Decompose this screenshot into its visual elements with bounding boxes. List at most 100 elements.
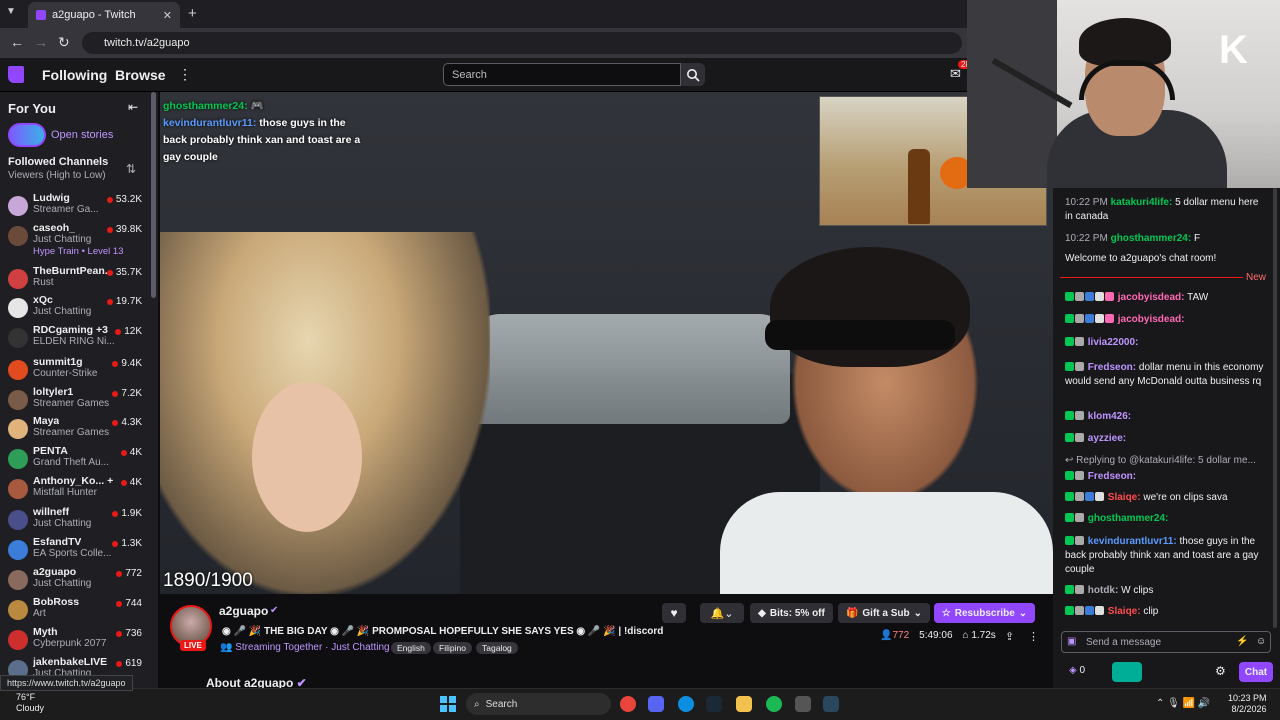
- share-icon[interactable]: ⇪: [1005, 630, 1014, 643]
- resubscribe-button[interactable]: ☆ Resubscribe ⌄: [934, 603, 1035, 623]
- bits-cheer-icon[interactable]: ⚡: [1236, 636, 1248, 647]
- browser-tab-active[interactable]: a2guapo - Twitch ✕: [28, 2, 180, 28]
- chat-username[interactable]: jacobyisdead:: [1118, 292, 1185, 303]
- follow-heart-button[interactable]: ♥: [662, 603, 686, 623]
- sidebar-channel[interactable]: a2guapo Just Chatting 772: [6, 566, 146, 596]
- open-stories-link[interactable]: Open stories: [51, 129, 113, 141]
- channel-viewers: 39.8K: [106, 224, 142, 235]
- spotify-icon[interactable]: [766, 696, 782, 712]
- wall-panel: [967, 0, 1057, 188]
- system-tray[interactable]: ⌃ 🎙 📶 🔊: [1156, 698, 1210, 709]
- chat-username[interactable]: klom426:: [1088, 411, 1131, 422]
- taskbar-clock[interactable]: 10:23 PM 8/2/2026: [1228, 693, 1267, 715]
- chat-username[interactable]: livia22000:: [1088, 337, 1139, 348]
- chat-username[interactable]: ghosthammer24:: [1088, 513, 1169, 524]
- collapse-sidebar-icon[interactable]: ⇤: [128, 100, 138, 114]
- follower-stat: ⌂ 1.72s: [962, 630, 996, 641]
- channel-viewers: 736: [116, 628, 142, 639]
- channel-viewer-count: 19.7K: [115, 296, 142, 307]
- chat-username[interactable]: jacobyisdead:: [1118, 314, 1185, 325]
- chat-username[interactable]: kevindurantluvr11:: [1088, 536, 1177, 547]
- chat-username[interactable]: Fredseon:: [1088, 362, 1136, 373]
- chat-text: we're on clips sava: [1143, 492, 1228, 503]
- settings-app-icon[interactable]: [795, 696, 811, 712]
- bits-button[interactable]: ◆ Bits: 5% off: [750, 603, 833, 623]
- back-icon[interactable]: ←: [10, 34, 24, 50]
- sidebar-channel[interactable]: PENTA Grand Theft Au... 4K: [6, 445, 146, 475]
- sidebar-channel[interactable]: Ludwig Streamer Ga... 53.2K: [6, 192, 146, 222]
- forward-icon[interactable]: →: [34, 34, 48, 50]
- search-input[interactable]: Search: [443, 63, 681, 86]
- chrome-icon[interactable]: [620, 696, 636, 712]
- sidebar-channel[interactable]: Anthony_Ko... +2 Mistfall Hunter 4K: [6, 475, 146, 505]
- sidebar-scrollbar[interactable]: [151, 92, 156, 298]
- chat-username[interactable]: ghosthammer24:: [1111, 233, 1192, 244]
- sidebar-channel[interactable]: willneff Just Chatting 1.9K: [6, 506, 146, 536]
- edge-icon[interactable]: [678, 696, 694, 712]
- chat-username[interactable]: Slaiqe:: [1108, 492, 1141, 503]
- chat-badge-icon: [1065, 337, 1074, 346]
- twitch-logo-icon[interactable]: [8, 66, 24, 83]
- notifications-button[interactable]: 🔔 ⌄: [700, 603, 744, 623]
- sidebar-channel[interactable]: xQc Just Chatting 19.7K: [6, 294, 146, 324]
- channel-viewer-count: 772: [125, 568, 142, 579]
- new-tab-icon[interactable]: +: [188, 5, 197, 22]
- more-options-icon[interactable]: ⋮: [178, 66, 192, 83]
- tab-search-icon[interactable]: ▼: [6, 6, 16, 17]
- chat-message: kevindurantluvr11: those guys in the bac…: [1065, 535, 1265, 577]
- reload-icon[interactable]: ↻: [58, 34, 70, 51]
- close-tab-icon[interactable]: ✕: [163, 9, 172, 22]
- stories-avatar[interactable]: [8, 123, 46, 147]
- steam-app-icon[interactable]: [823, 696, 839, 712]
- streamer-name[interactable]: a2guapo: [219, 604, 268, 618]
- following-link[interactable]: Following: [42, 67, 107, 83]
- channel-viewer-count: 619: [125, 658, 142, 669]
- sidebar-channel[interactable]: caseoh_ Just Chatting Hype Train • Level 1…: [6, 222, 146, 257]
- chat-username[interactable]: Slaiqe:: [1108, 606, 1141, 617]
- browse-link[interactable]: Browse: [115, 67, 166, 83]
- claim-bonus-button[interactable]: [1112, 662, 1142, 682]
- title-part-2: PROMPOSAL HOPEFULLY SHE SAYS YES: [372, 626, 574, 637]
- sidebar-channel[interactable]: TheBurntPean... Rust 35.7K: [6, 265, 146, 295]
- file-explorer-icon[interactable]: [736, 696, 752, 712]
- chat-username[interactable]: Fredseon:: [1088, 471, 1136, 482]
- emote-picker-icon[interactable]: ☺: [1256, 636, 1266, 647]
- channel-name: a2guapo: [33, 566, 77, 578]
- video-chat-overlay: ghosthammer24: 🎮 kevindurantluvr11: thos…: [163, 100, 361, 163]
- sidebar-channel[interactable]: loltyler1 Streamer Games 7.2K: [6, 386, 146, 416]
- chat-chevron-icon[interactable]: ▣: [1067, 636, 1076, 647]
- windows-start-icon[interactable]: [440, 696, 456, 715]
- tag-tagalog[interactable]: Tagalog: [476, 642, 518, 654]
- steam-icon[interactable]: [706, 696, 722, 712]
- sidebar-channel[interactable]: BobRoss Art 744: [6, 596, 146, 626]
- chat-scrollbar[interactable]: [1273, 188, 1277, 628]
- sort-icon[interactable]: ⇅: [126, 162, 136, 176]
- chat-send-button[interactable]: Chat: [1239, 662, 1273, 682]
- chat-settings-gear-icon[interactable]: ⚙: [1215, 664, 1226, 678]
- sidebar-channel[interactable]: RDCgaming +3 ELDEN RING Ni... 12K: [6, 324, 146, 354]
- bits-label: Bits: 5% off: [769, 607, 825, 619]
- chat-username[interactable]: hotdk:: [1088, 585, 1119, 596]
- search-button[interactable]: [681, 63, 705, 86]
- channel-name: jakenbakeLIVE: [33, 656, 108, 668]
- taskbar-search[interactable]: ⌕ Search: [466, 693, 611, 715]
- stream-more-icon[interactable]: ⋮: [1028, 630, 1039, 643]
- url-field[interactable]: twitch.tv/a2guapo: [82, 32, 962, 54]
- sidebar-channel[interactable]: summit1g Counter-Strike 9.4K: [6, 356, 146, 386]
- chat-message: ayzziee:: [1065, 432, 1265, 446]
- sidebar-channel[interactable]: EsfandTV EA Sports Colle... 1.3K: [6, 536, 146, 566]
- weather-widget[interactable]: 76°F Cloudy: [16, 692, 44, 714]
- live-dot-icon: [116, 600, 123, 607]
- discord-icon[interactable]: [648, 696, 664, 712]
- chat-username[interactable]: katakuri4life:: [1111, 197, 1173, 208]
- sidebar-channel[interactable]: Myth Cyberpunk 2077 736: [6, 626, 146, 656]
- chat-username[interactable]: ayzziee:: [1088, 433, 1126, 444]
- channel-points[interactable]: ◈ 0: [1069, 665, 1085, 676]
- streaming-together-link[interactable]: 👥 Streaming Together · Just Chatting: [220, 642, 390, 653]
- tag-filipino[interactable]: Filipino: [433, 642, 472, 654]
- channel-avatar: [8, 269, 28, 289]
- gift-sub-button[interactable]: 🎁 Gift a Sub ⌄: [838, 603, 930, 623]
- channel-viewers: 35.7K: [106, 267, 142, 278]
- sidebar-channel[interactable]: Maya Streamer Games 4.3K: [6, 415, 146, 445]
- tag-english[interactable]: English: [391, 642, 431, 654]
